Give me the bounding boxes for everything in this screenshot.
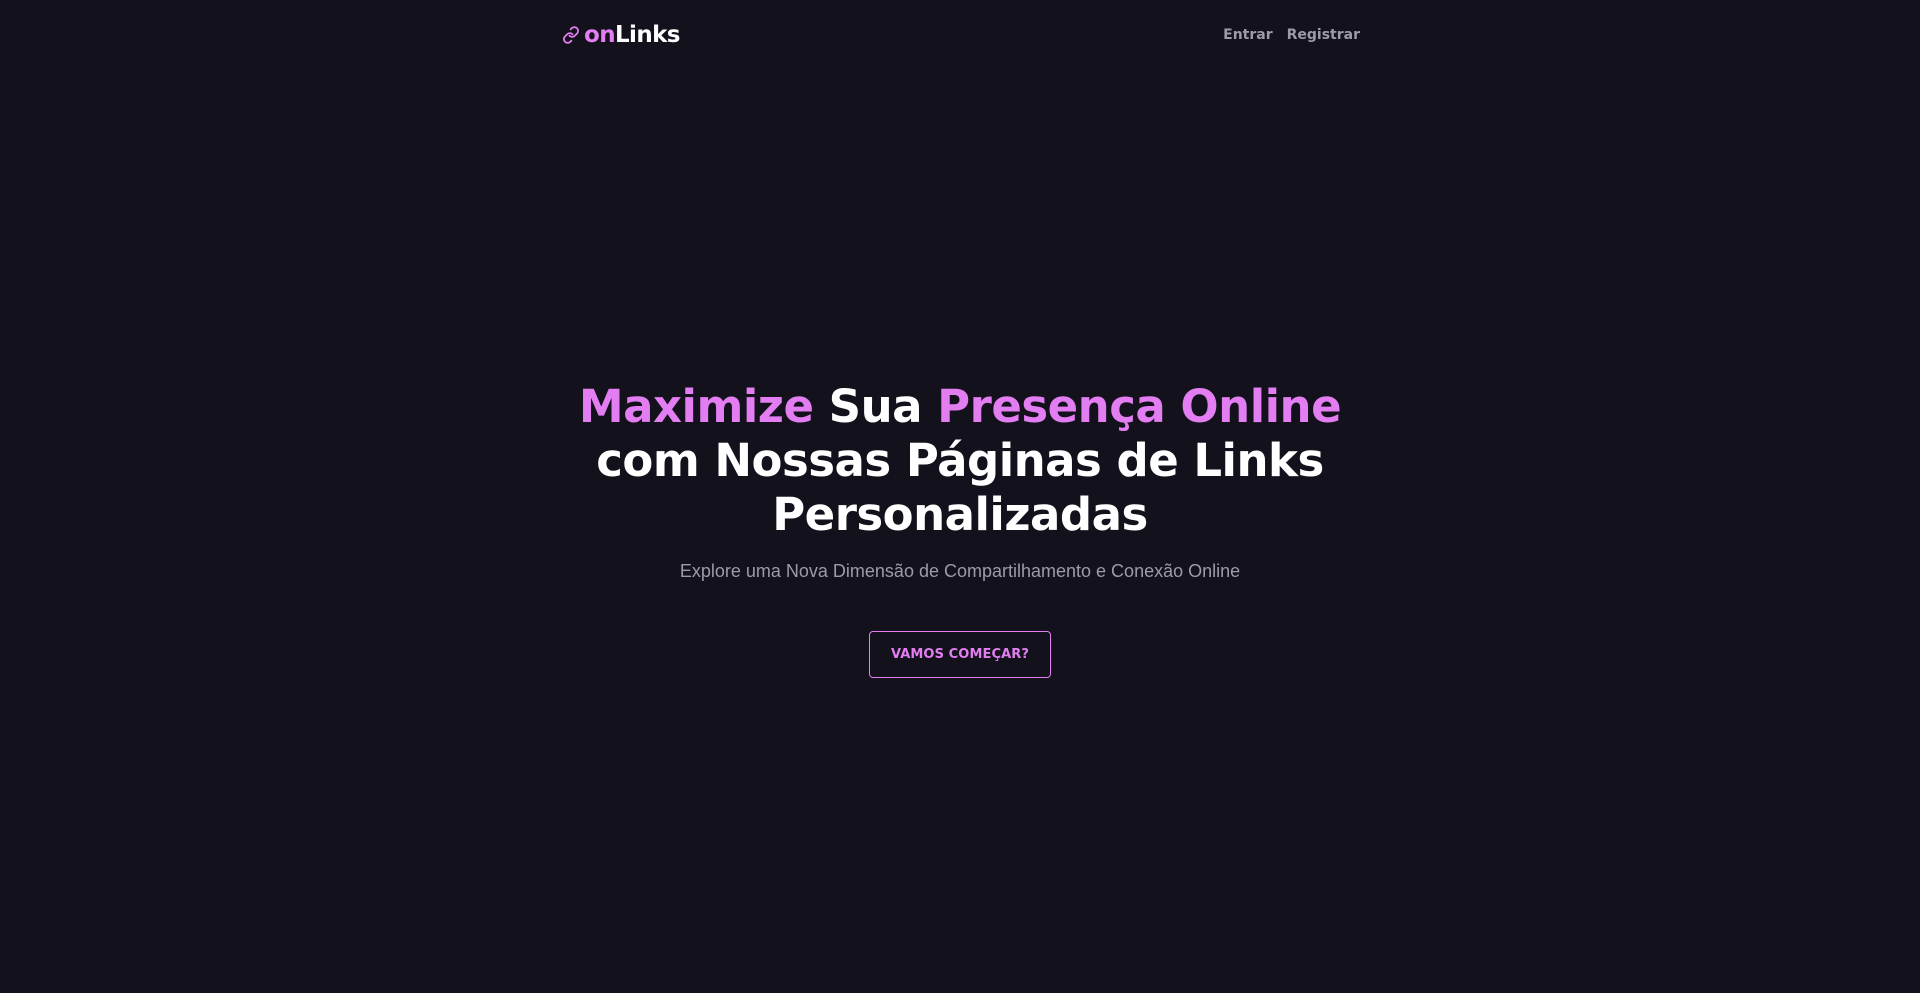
hero-title-presenca-online: Presença Online	[937, 380, 1342, 433]
link-icon	[563, 26, 579, 44]
brand-name-links: Links	[614, 22, 681, 48]
top-navbar: onLinks Entrar Registrar	[560, 20, 1360, 50]
hero-title: Maximize Sua Presença Online com Nossas …	[550, 380, 1370, 542]
brand-name: onLinks	[584, 22, 680, 48]
get-started-button[interactable]: VAMOS COMEÇAR?	[869, 631, 1051, 678]
hero-subtitle: Explore uma Nova Dimensão de Compartilha…	[679, 561, 1241, 581]
hero-title-maximize: Maximize	[578, 380, 814, 433]
hero-section: Maximize Sua Presença Online com Nossas …	[0, 380, 1920, 582]
hero-title-sua: Sua	[828, 380, 923, 433]
login-link[interactable]: Entrar	[1223, 26, 1272, 44]
brand-logo[interactable]: onLinks	[562, 22, 680, 48]
hero-title-rest: com Nossas Páginas de Links Personalizad…	[596, 434, 1324, 541]
nav-links: Entrar Registrar	[1223, 26, 1360, 44]
brand-name-on: on	[584, 22, 616, 48]
register-link[interactable]: Registrar	[1287, 26, 1360, 44]
